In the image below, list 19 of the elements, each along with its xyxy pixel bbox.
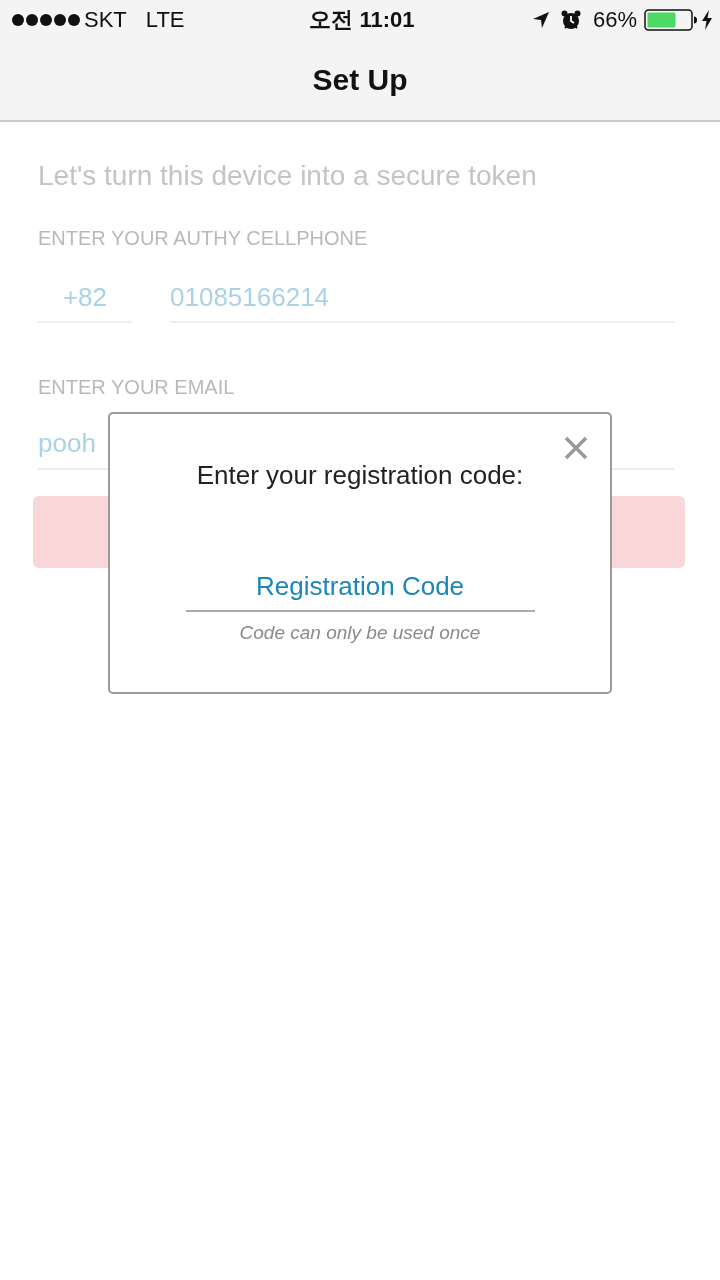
network-type: LTE <box>145 7 185 33</box>
code-hint: Code can only be used once <box>239 622 481 644</box>
phone-field[interactable]: 01085166214 <box>170 273 674 323</box>
dialog-title: Enter your registration code: <box>196 460 524 490</box>
signal-icon <box>12 14 80 26</box>
battery-percent: 66% <box>592 7 637 33</box>
email-label: ENTER YOUR EMAIL <box>38 375 236 399</box>
phone-label: ENTER YOUR AUTHY CELLPHONE <box>38 226 369 250</box>
carrier-name: SKT <box>84 7 127 33</box>
registration-code-field[interactable]: Registration Code <box>185 562 535 612</box>
setup-heading: Let's turn this device into a secure token <box>38 159 538 193</box>
location-arrow-icon <box>532 12 549 28</box>
close-button[interactable] <box>564 436 588 460</box>
battery-icon <box>644 9 698 31</box>
clock-time: 오전 11:01 <box>309 7 415 33</box>
alarm-clock-icon <box>560 10 581 30</box>
screen-title: Set Up <box>312 62 408 98</box>
close-icon <box>564 436 588 460</box>
country-code-field[interactable]: +82 <box>38 273 132 323</box>
